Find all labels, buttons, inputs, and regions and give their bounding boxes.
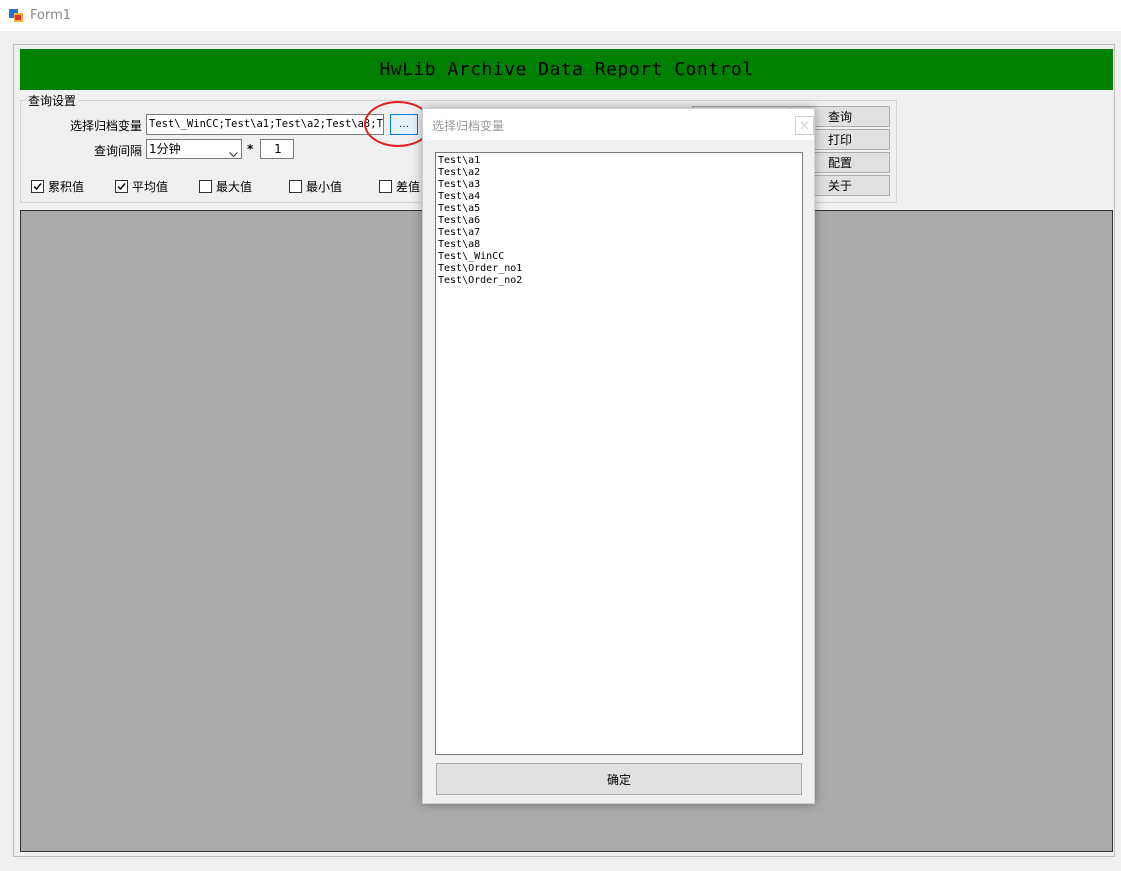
- checkbox-cumulative[interactable]: 累积值: [31, 178, 84, 195]
- checkbox-box[interactable]: [379, 180, 392, 193]
- checkbox-label: 最大值: [216, 180, 253, 194]
- checkbox-label: 累积值: [48, 180, 85, 194]
- checkbox-average[interactable]: 平均值: [115, 178, 168, 195]
- close-icon: [800, 121, 809, 130]
- list-item[interactable]: Test\a8: [438, 239, 800, 251]
- dialog-title: 选择归档变量: [432, 119, 505, 133]
- list-item[interactable]: Test\a7: [438, 227, 800, 239]
- app-icon: [9, 9, 23, 22]
- list-item[interactable]: Test\a3: [438, 179, 800, 191]
- checkbox-box[interactable]: [31, 180, 44, 193]
- checkbox-min[interactable]: 最小值: [289, 178, 342, 195]
- list-item[interactable]: Test\a4: [438, 191, 800, 203]
- dialog-close-button[interactable]: [795, 116, 814, 135]
- list-item[interactable]: Test\a2: [438, 167, 800, 179]
- query-settings-title: 查询设置: [26, 92, 79, 109]
- report-header: HwLib Archive Data Report Control: [20, 49, 1113, 90]
- archive-var-label: 选择归档变量: [70, 119, 143, 133]
- checkbox-diff[interactable]: 差值: [379, 178, 420, 195]
- interval-value: 1分钟: [149, 142, 181, 156]
- window-titlebar: Form1: [0, 0, 1121, 31]
- interval-label: 查询间隔: [94, 144, 143, 158]
- multiplier-symbol: *: [247, 142, 254, 156]
- report-title: HwLib Archive Data Report Control: [379, 59, 754, 80]
- checkbox-label: 差值: [396, 180, 421, 194]
- multiplier-input[interactable]: 1: [260, 139, 294, 159]
- window-title: Form1: [30, 8, 72, 23]
- archive-var-input[interactable]: Test\_WinCC;Test\a1;Test\a2;Test\a3;Tes: [146, 114, 384, 135]
- list-item[interactable]: Test\a6: [438, 215, 800, 227]
- checkbox-box[interactable]: [289, 180, 302, 193]
- checkbox-max[interactable]: 最大值: [199, 178, 252, 195]
- list-item[interactable]: Test\a5: [438, 203, 800, 215]
- chevron-down-icon: [229, 145, 238, 158]
- checkbox-box[interactable]: [199, 180, 212, 193]
- interval-select[interactable]: 1分钟: [146, 139, 242, 159]
- list-item[interactable]: Test\Order_no1: [438, 263, 800, 275]
- list-item[interactable]: Test\Order_no2: [438, 275, 800, 287]
- list-item[interactable]: Test\_WinCC: [438, 251, 800, 263]
- list-item[interactable]: Test\a1: [438, 155, 800, 167]
- checkbox-label: 最小值: [306, 180, 343, 194]
- ok-button[interactable]: 确定: [436, 763, 802, 795]
- checkbox-label: 平均值: [132, 180, 169, 194]
- select-archive-var-dialog: 选择归档变量 Test\a1 Test\a2 Test\a3 Test\a4 T…: [422, 108, 815, 804]
- archive-var-listbox[interactable]: Test\a1 Test\a2 Test\a3 Test\a4 Test\a5 …: [435, 152, 803, 755]
- dialog-titlebar: 选择归档变量: [423, 109, 814, 140]
- checkbox-box[interactable]: [115, 180, 128, 193]
